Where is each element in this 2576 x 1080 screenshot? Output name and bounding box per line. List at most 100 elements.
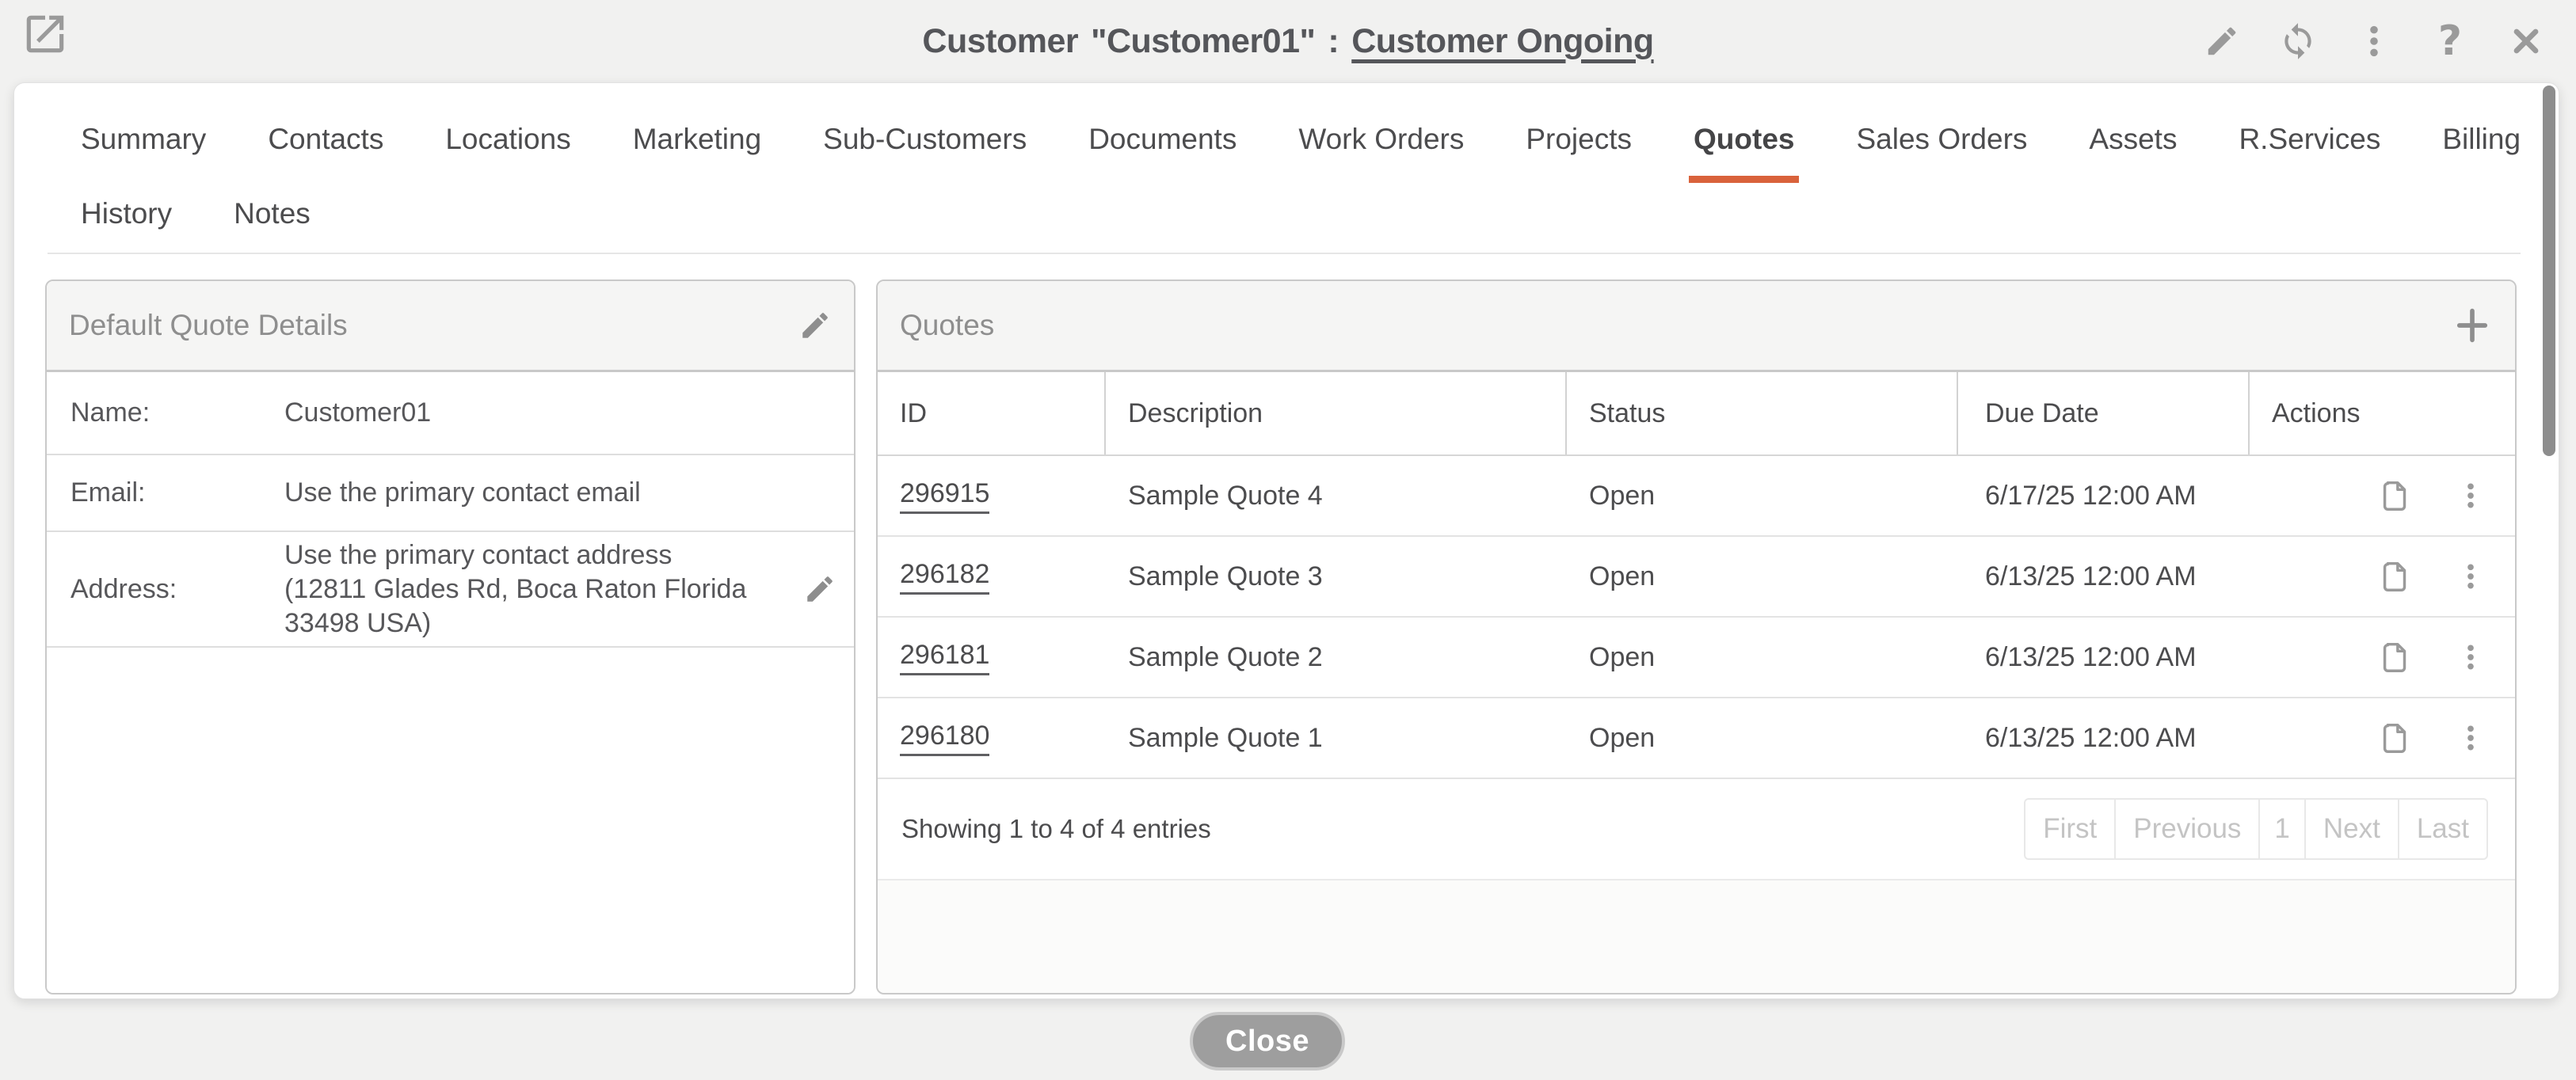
entries-summary: Showing 1 to 4 of 4 entries — [878, 814, 1211, 844]
quote-description: Sample Quote 2 — [1106, 618, 1567, 697]
quote-document-icon[interactable] — [2377, 476, 2414, 515]
quote-kebab-menu-icon[interactable] — [2455, 637, 2486, 678]
edit-address-icon[interactable] — [803, 572, 836, 606]
quotes-table-header: ID Description Status Due Date Actions — [878, 372, 2515, 456]
quote-document-icon[interactable] — [2377, 718, 2414, 758]
title-separator: : — [1328, 22, 1339, 61]
column-header-status[interactable]: Status — [1567, 372, 1958, 454]
quote-status: Open — [1567, 698, 1958, 778]
close-icon[interactable] — [2506, 19, 2546, 63]
quote-id-link[interactable]: 296181 — [900, 640, 989, 675]
name-value: Customer01 — [284, 396, 431, 430]
quotes-panel-title: Quotes — [900, 309, 994, 342]
quote-document-icon[interactable] — [2377, 637, 2414, 677]
pagination-last[interactable]: Last — [2398, 798, 2488, 860]
tab-notes[interactable]: Notes — [234, 191, 311, 237]
tab-marketing[interactable]: Marketing — [633, 116, 761, 162]
pagination-first[interactable]: First — [2024, 798, 2116, 860]
default-quote-details-title: Default Quote Details — [69, 309, 348, 342]
quotes-panel: Quotes ID Description Status Due Date Ac… — [876, 280, 2517, 994]
table-row: 296180 Sample Quote 1 Open 6/13/25 12:00… — [878, 698, 2515, 779]
column-header-description[interactable]: Description — [1106, 372, 1567, 454]
quote-description: Sample Quote 3 — [1106, 537, 1567, 616]
field-row-name: Name: Customer01 — [47, 372, 854, 455]
tab-history[interactable]: History — [81, 191, 172, 237]
quotes-panel-empty-area — [878, 880, 2515, 993]
tab-r-services[interactable]: R.Services — [2239, 116, 2380, 162]
titlebar: Customer "Customer01" : Customer Ongoing… — [0, 0, 2576, 82]
quote-actions — [2250, 537, 2515, 616]
tab-locations[interactable]: Locations — [445, 116, 570, 162]
title-entity: Customer — [922, 22, 1078, 61]
tabs-divider — [48, 253, 2521, 254]
tab-assets[interactable]: Assets — [2089, 116, 2177, 162]
table-row: 296915 Sample Quote 4 Open 6/17/25 12:00… — [878, 456, 2515, 537]
quote-due-date: 6/13/25 12:00 AM — [1958, 698, 2250, 778]
customer-modal: Summary Contacts Locations Marketing Sub… — [13, 82, 2559, 999]
address-label: Address: — [47, 574, 284, 605]
tab-work-orders[interactable]: Work Orders — [1298, 116, 1464, 162]
default-quote-details-panel: Default Quote Details Name: Customer01 E… — [45, 280, 855, 994]
default-quote-details-header: Default Quote Details — [47, 281, 854, 372]
pagination: First Previous 1 Next Last — [2024, 798, 2488, 860]
quote-actions — [2250, 456, 2515, 535]
table-row: 296181 Sample Quote 2 Open 6/13/25 12:00… — [878, 618, 2515, 698]
edit-quote-details-icon[interactable] — [798, 309, 832, 342]
column-header-due-date[interactable]: Due Date — [1958, 372, 2250, 454]
quote-kebab-menu-icon[interactable] — [2455, 717, 2486, 759]
tab-bar-row-2: History Notes — [81, 191, 311, 237]
pagination-page-1[interactable]: 1 — [2258, 798, 2305, 860]
email-value: Use the primary contact email — [284, 476, 641, 510]
refresh-icon[interactable] — [2278, 19, 2318, 63]
quote-document-icon[interactable] — [2377, 557, 2414, 596]
tab-billing[interactable]: Billing — [2442, 116, 2521, 162]
quote-description: Sample Quote 1 — [1106, 698, 1567, 778]
quote-id-link[interactable]: 296182 — [900, 559, 989, 595]
titlebar-actions: ? — [2202, 11, 2546, 71]
field-row-email: Email: Use the primary contact email — [47, 455, 854, 532]
quote-status: Open — [1567, 456, 1958, 535]
quote-status: Open — [1567, 618, 1958, 697]
tab-projects[interactable]: Projects — [1526, 116, 1632, 162]
quote-id-link[interactable]: 296915 — [900, 478, 989, 514]
quote-actions — [2250, 698, 2515, 778]
modal-scrollbar-thumb[interactable] — [2543, 86, 2555, 456]
tab-quotes[interactable]: Quotes — [1694, 116, 1794, 162]
quote-due-date: 6/17/25 12:00 AM — [1958, 456, 2250, 535]
quotes-panel-header: Quotes — [878, 281, 2515, 372]
pagination-next[interactable]: Next — [2304, 798, 2399, 860]
tab-documents[interactable]: Documents — [1088, 116, 1237, 162]
tab-sub-customers[interactable]: Sub-Customers — [823, 116, 1027, 162]
page-title: Customer "Customer01" : Customer Ongoing — [0, 0, 2576, 82]
column-header-id[interactable]: ID — [878, 372, 1106, 454]
tab-contacts[interactable]: Contacts — [268, 116, 383, 162]
customer-detail-page: Customer "Customer01" : Customer Ongoing… — [0, 0, 2576, 1080]
quote-due-date: 6/13/25 12:00 AM — [1958, 537, 2250, 616]
quote-id-link[interactable]: 296180 — [900, 721, 989, 756]
email-label: Email: — [47, 477, 284, 508]
edit-icon[interactable] — [2202, 19, 2242, 63]
close-button[interactable]: Close — [1190, 1012, 1345, 1070]
quotes-table-footer: Showing 1 to 4 of 4 entries First Previo… — [878, 779, 2515, 880]
name-label: Name: — [47, 397, 284, 428]
quote-description: Sample Quote 4 — [1106, 456, 1567, 535]
pagination-previous[interactable]: Previous — [2114, 798, 2260, 860]
address-value: Use the primary contact address (12811 G… — [284, 538, 760, 641]
quote-actions — [2250, 618, 2515, 697]
tab-summary[interactable]: Summary — [81, 116, 206, 162]
quote-status: Open — [1567, 537, 1958, 616]
quote-details-empty-area — [47, 648, 854, 993]
table-row: 296182 Sample Quote 3 Open 6/13/25 12:00… — [878, 537, 2515, 618]
kebab-menu-icon[interactable] — [2354, 19, 2394, 63]
tab-bar-row-1: Summary Contacts Locations Marketing Sub… — [81, 116, 2521, 162]
help-icon[interactable]: ? — [2430, 19, 2470, 63]
title-record-name: "Customer01" — [1091, 22, 1315, 61]
tab-sales-orders[interactable]: Sales Orders — [1856, 116, 2027, 162]
quote-kebab-menu-icon[interactable] — [2455, 556, 2486, 597]
add-quote-icon[interactable] — [2452, 302, 2493, 348]
field-row-address: Address: Use the primary contact address… — [47, 532, 854, 648]
customer-status-link[interactable]: Customer Ongoing — [1351, 22, 1653, 61]
quote-kebab-menu-icon[interactable] — [2455, 475, 2486, 516]
quote-due-date: 6/13/25 12:00 AM — [1958, 618, 2250, 697]
column-header-actions: Actions — [2250, 372, 2515, 454]
